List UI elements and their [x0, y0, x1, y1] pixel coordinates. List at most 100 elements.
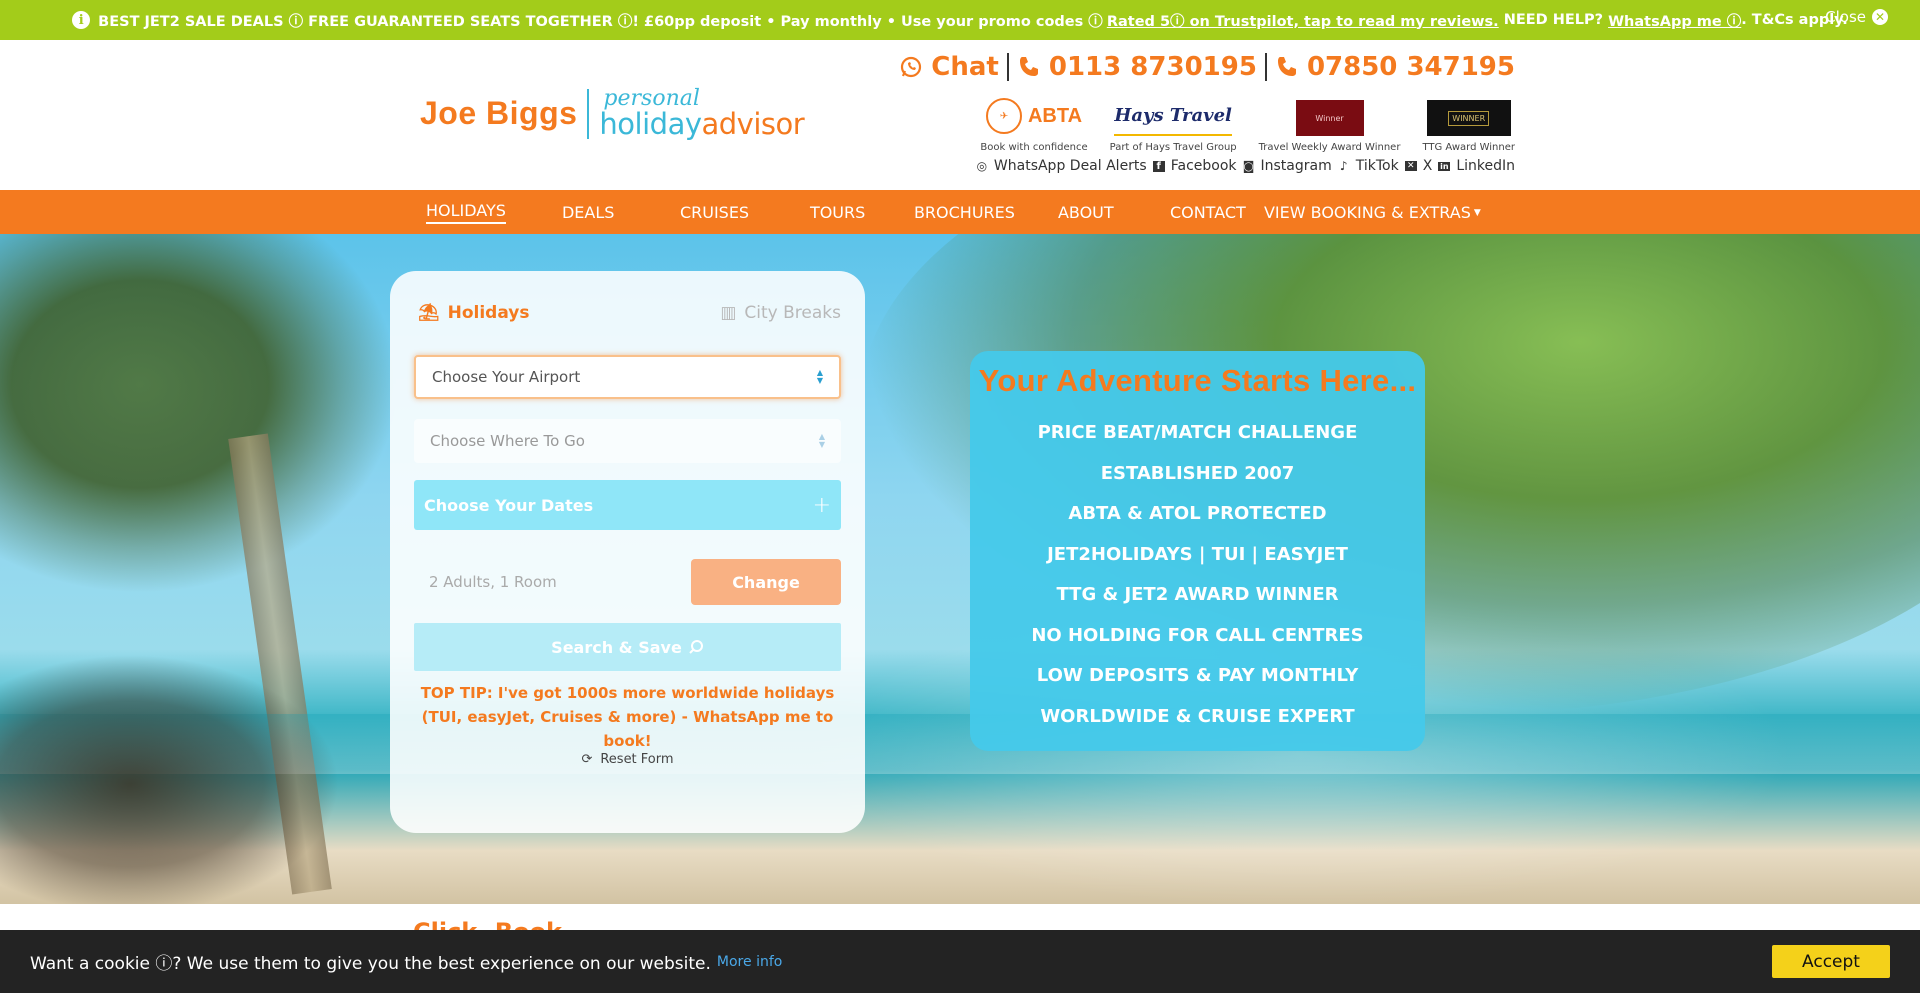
social-label: TikTok [1355, 158, 1399, 174]
logo-divider [587, 88, 590, 139]
nav-view-booking[interactable]: VIEW BOOKING & EXTRAS ▼ [1264, 203, 1481, 222]
airport-select-value: Choose Your Airport [432, 368, 581, 386]
reset-form-button[interactable]: ⟳ Reset Form [390, 752, 865, 767]
phone-link-2[interactable]: 07850 347195 [1275, 52, 1515, 82]
social-instagram[interactable]: ◙ Instagram [1243, 158, 1332, 174]
beach-umbrella-icon: ⛱ [418, 303, 440, 323]
award-abta: ✈ ABTA Book with confidence [980, 96, 1088, 153]
caret-down-icon: ▼ [1473, 207, 1481, 218]
trustpilot-link[interactable]: Rated 5ⓘ on Trustpilot, tap to read my r… [1107, 10, 1499, 31]
top-tip: TOP TIP: I've got 1000s more worldwide h… [420, 684, 835, 750]
change-guests-button[interactable]: Change [691, 559, 841, 605]
nav-deals[interactable]: DEALS [552, 203, 624, 222]
usp-list: PRICE BEAT/MATCH CHALLENGE ESTABLISHED 2… [970, 413, 1425, 737]
award-ttg: WINNER TTG Award Winner [1422, 100, 1515, 153]
tab-holidays-label: Holidays [447, 303, 530, 323]
usp-item: WORLDWIDE & CRUISE EXPERT [1040, 705, 1355, 727]
social-label: WhatsApp Deal Alerts [993, 158, 1147, 174]
social-linkedin[interactable]: in LinkedIn [1438, 158, 1515, 174]
usp-item: TTG & JET2 AWARD WINNER [1056, 584, 1339, 605]
tab-city-breaks-label: City Breaks [744, 303, 841, 323]
nav-view-booking-label: VIEW BOOKING & EXTRAS [1263, 202, 1471, 222]
social-label: LinkedIn [1456, 158, 1515, 174]
tab-city-breaks[interactable]: ▥ City Breaks [720, 303, 841, 323]
city-icon: ▥ [720, 303, 737, 323]
guests-field[interactable]: 2 Adults, 1 Room [414, 559, 690, 605]
social-label: X [1422, 158, 1433, 174]
contact-links: Chat 0113 8730195 07850 347195 [899, 52, 1515, 82]
close-label: Close [1825, 8, 1866, 26]
x-icon: ✕ [1404, 161, 1417, 171]
cookie-banner: Want a cookie ⓘ? We use them to give you… [0, 930, 1920, 993]
usp-item: NO HOLDING FOR CALL CENTRES [1031, 624, 1364, 646]
usp-item: PRICE BEAT/MATCH CHALLENGE [1037, 422, 1358, 443]
nav-about[interactable]: ABOUT [1048, 203, 1120, 222]
award-caption: Travel Weekly Award Winner [1258, 142, 1401, 153]
site-logo[interactable]: Joe Biggs personal holidayadvisor [420, 88, 805, 139]
help-text: NEED HELP? [1503, 12, 1604, 28]
nav-tours[interactable]: TOURS [800, 203, 874, 222]
whatsapp-icon [901, 56, 922, 78]
nav-holidays[interactable]: HOLIDAYS [426, 201, 506, 224]
search-icon [689, 640, 703, 654]
divider [1006, 53, 1009, 81]
search-button[interactable]: Search & Save [414, 623, 841, 671]
dates-label: Choose Your Dates [424, 495, 594, 515]
award-travel-weekly: Winner Travel Weekly Award Winner [1258, 100, 1401, 153]
usp-title: Your Adventure Starts Here... [978, 363, 1417, 398]
divider [1264, 53, 1267, 81]
nav-cruises[interactable]: CRUISES [670, 203, 756, 222]
social-x[interactable]: ✕ X [1404, 158, 1433, 174]
awards-row: ✈ ABTA Book with confidence Hays Travel P… [980, 96, 1515, 153]
close-icon: ✕ [1872, 9, 1888, 25]
usp-item: ESTABLISHED 2007 [1100, 462, 1295, 484]
award-caption: TTG Award Winner [1422, 142, 1515, 153]
social-whatsapp[interactable]: ◎ WhatsApp Deal Alerts [976, 158, 1147, 174]
promo-banner: i BEST JET2 SALE DEALS ⓘ FREE GUARANTEED… [0, 0, 1920, 40]
cookie-text: Want a cookie ⓘ? We use them to give you… [30, 954, 711, 974]
airport-select[interactable]: Choose Your Airport ▲ ▼ [414, 355, 841, 399]
destination-select-value: Choose Where To Go [430, 432, 585, 450]
phone-1: 0113 8730195 [1048, 52, 1257, 82]
logo-advisor: advisor [701, 107, 805, 141]
phone-2: 07850 347195 [1306, 52, 1515, 82]
destination-select[interactable]: Choose Where To Go ▲ ▼ [414, 419, 841, 463]
nav-contact[interactable]: CONTACT [1160, 203, 1250, 222]
tab-holidays[interactable]: ⛱ Holidays [418, 303, 529, 323]
phone-icon [1277, 57, 1296, 76]
cookie-accept-button[interactable]: Accept [1772, 945, 1890, 978]
phone-icon [1019, 57, 1038, 76]
cookie-more-info-link[interactable]: More info [717, 954, 782, 970]
phone-link-1[interactable]: 0113 8730195 [1017, 52, 1257, 82]
social-tiktok[interactable]: ♪ TikTok [1338, 158, 1399, 174]
info-icon: i [72, 11, 91, 29]
logo-name: Joe Biggs [420, 95, 578, 131]
reset-form-label: Reset Form [600, 752, 674, 767]
search-panel: ⛱ Holidays ▥ City Breaks Choose Your Air… [390, 271, 865, 833]
plus-icon: + [812, 492, 831, 518]
social-links: ◎ WhatsApp Deal Alerts f Facebook ◙ Instagr… [976, 158, 1515, 174]
award-caption: Part of Hays Travel Group [1109, 142, 1237, 153]
whatsapp-link[interactable]: WhatsApp me ⓘ [1608, 10, 1741, 31]
facebook-icon: f [1152, 160, 1165, 172]
close-banner-button[interactable]: Close ✕ [1825, 8, 1888, 26]
search-button-label: Search & Save [551, 637, 682, 657]
dates-accordion[interactable]: Choose Your Dates + [414, 480, 841, 530]
ttg-badge: WINNER [1426, 100, 1511, 136]
usp-box: Your Adventure Starts Here... PRICE BEAT… [970, 351, 1425, 751]
usp-item: LOW DEPOSITS & PAY MONTHLY [1036, 665, 1359, 686]
palm-tree-image [0, 234, 400, 594]
usp-item: ABTA & ATOL PROTECTED [1068, 503, 1327, 524]
abta-logo: ABTA [1027, 104, 1083, 127]
chat-link[interactable]: Chat [899, 52, 999, 82]
travel-weekly-badge: Winner [1295, 100, 1364, 136]
logo-tagline: personal holidayadvisor [599, 88, 804, 139]
award-hays: Hays Travel Part of Hays Travel Group [1109, 96, 1237, 154]
site-header: Joe Biggs personal holidayadvisor Chat 0… [0, 40, 1920, 190]
social-facebook[interactable]: f Facebook [1152, 158, 1237, 174]
social-label: Facebook [1170, 158, 1237, 174]
hays-logo: Hays Travel [1114, 96, 1232, 136]
banner-text: BEST JET2 SALE DEALS ⓘ FREE GUARANTEED S… [98, 13, 1103, 30]
social-label: Instagram [1260, 158, 1332, 174]
nav-brochures[interactable]: BROCHURES [904, 203, 1020, 222]
